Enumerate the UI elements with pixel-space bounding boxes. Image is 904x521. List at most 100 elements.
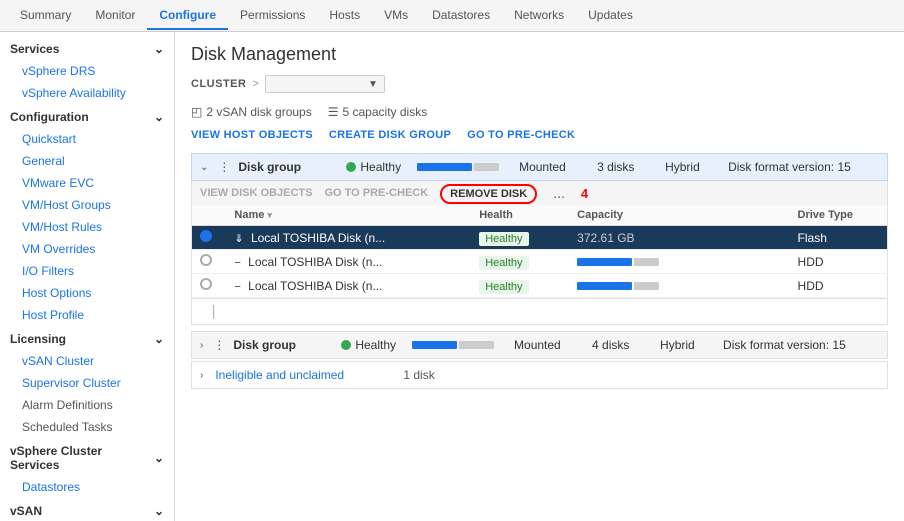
tab-datastores[interactable]: Datastores (420, 2, 502, 30)
breadcrumb-arrow: > (252, 78, 258, 90)
health-badge: Healthy (479, 256, 528, 270)
col-capacity-header: Capacity (569, 205, 789, 226)
breadcrumb-dropdown-value: ​ (272, 78, 362, 90)
disk-group-1-hybrid: Hybrid (665, 160, 720, 174)
cap-bar-blue (577, 258, 632, 266)
sidebar: Services ⌄ vSphere DRS vSphere Availabil… (0, 32, 175, 521)
disk-minus-icon: − (234, 257, 240, 269)
cap-bar-blue (577, 282, 632, 290)
radio-button[interactable] (200, 254, 212, 266)
row-health-cell: Healthy (471, 250, 569, 274)
tab-monitor[interactable]: Monitor (83, 2, 147, 30)
sidebar-item-vsphere-drs[interactable]: vSphere DRS (0, 60, 174, 82)
sidebar-item-datastores[interactable]: Datastores (0, 476, 174, 498)
sidebar-item-vm-host-rules[interactable]: VM/Host Rules (0, 216, 174, 238)
remove-disk-action[interactable]: REMOVE DISK (440, 184, 537, 204)
view-disk-objects-action: VIEW DISK OBJECTS (200, 187, 312, 199)
create-disk-group-link[interactable]: CREATE DISK GROUP (329, 129, 451, 141)
sidebar-item-host-options[interactable]: Host Options (0, 282, 174, 304)
row-radio-cell (192, 226, 227, 250)
sidebar-section-configuration[interactable]: Configuration ⌄ (0, 104, 174, 128)
breadcrumb-dropdown[interactable]: ​ ▼ (265, 75, 385, 93)
usage-bar-gray (474, 163, 499, 171)
ineligible-label[interactable]: Ineligible and unclaimed (215, 368, 395, 382)
chevron-down-icon: ⌄ (154, 332, 164, 346)
disk-group-2-hybrid: Hybrid (660, 338, 715, 352)
disk-group-1-chevron[interactable]: ⌄ (200, 162, 208, 173)
col-name-label: Name (234, 209, 264, 221)
sidebar-item-vmware-evc[interactable]: VMware EVC (0, 172, 174, 194)
disk-group-1-dots[interactable]: ⋮ (218, 160, 230, 174)
radio-button[interactable] (200, 230, 212, 242)
sidebar-item-general[interactable]: General (0, 150, 174, 172)
disk-group-1-status-text: Healthy (360, 160, 401, 174)
row-name-cell: − Local TOSHIBA Disk (n... (226, 250, 471, 274)
tab-summary[interactable]: Summary (8, 2, 83, 30)
disk-name: Local TOSHIBA Disk (n... (251, 231, 385, 245)
tab-networks[interactable]: Networks (502, 2, 576, 30)
sidebar-item-alarm-definitions[interactable]: Alarm Definitions (0, 394, 174, 416)
view-host-objects-link[interactable]: VIEW HOST OBJECTS (191, 129, 313, 141)
row-drive-cell: HDD (790, 250, 888, 274)
sidebar-item-vsphere-availability[interactable]: vSphere Availability (0, 82, 174, 104)
disk-name: Local TOSHIBA Disk (n... (248, 255, 382, 269)
disk-group-2-label: Disk group (233, 338, 333, 352)
ineligible-chevron[interactable]: › (200, 370, 203, 381)
table-row[interactable]: ⇓ Local TOSHIBA Disk (n... Healthy 372.6… (192, 226, 888, 250)
disk-group-2-mounted: Mounted (514, 338, 584, 352)
go-to-pre-check-link[interactable]: GO TO PRE-CHECK (467, 129, 575, 141)
sidebar-item-scheduled-tasks[interactable]: Scheduled Tasks (0, 416, 174, 438)
sidebar-section-licensing[interactable]: Licensing ⌄ (0, 326, 174, 350)
tab-vms[interactable]: VMs (372, 2, 420, 30)
tab-updates[interactable]: Updates (576, 2, 645, 30)
main-layout: Services ⌄ vSphere DRS vSphere Availabil… (0, 32, 904, 521)
sidebar-item-vm-host-groups[interactable]: VM/Host Groups (0, 194, 174, 216)
table-row[interactable]: − Local TOSHIBA Disk (n... Healthy HDD (192, 250, 888, 274)
disk-group-2-dots[interactable]: ⋮ (213, 338, 225, 352)
row-capacity-cell: 372.61 GB (569, 226, 789, 250)
row-radio-cell (192, 274, 227, 298)
disk-group-1-disks: 3 disks (597, 160, 657, 174)
info-bar: ◰ 2 vSAN disk groups ☰ 5 capacity disks (191, 105, 888, 119)
sidebar-section-services[interactable]: Services ⌄ (0, 36, 174, 60)
disk-groups-info: ◰ 2 vSAN disk groups (191, 105, 312, 119)
sort-icon: ▾ (267, 210, 272, 220)
sidebar-section-vsan[interactable]: vSAN ⌄ (0, 498, 174, 521)
tab-configure[interactable]: Configure (147, 2, 228, 30)
sub-action-bar: VIEW DISK OBJECTS GO TO PRE-CHECK REMOVE… (191, 181, 888, 205)
sidebar-item-quickstart[interactable]: Quickstart (0, 128, 174, 150)
chevron-down-icon: ▼ (368, 79, 378, 90)
disk-group-2-status-text: Healthy (355, 338, 396, 352)
radio-button[interactable] (200, 278, 212, 290)
annotation-4: 4 (581, 186, 588, 201)
cap-bar-gray (634, 282, 659, 290)
table-row[interactable]: − Local TOSHIBA Disk (n... Healthy HDD (192, 274, 888, 298)
col-name-header[interactable]: Name ▾ (226, 205, 471, 226)
sidebar-item-vm-overrides[interactable]: VM Overrides (0, 238, 174, 260)
sidebar-section-vsphere-cluster-services[interactable]: vSphere Cluster Services ⌄ (0, 438, 174, 476)
sidebar-item-vsan-cluster[interactable]: vSAN Cluster (0, 350, 174, 372)
row-radio-cell (192, 250, 227, 274)
disk-group-1-header: ⌄ ⋮ Disk group Healthy Mounted 3 disks H… (191, 153, 888, 181)
sidebar-item-io-filters[interactable]: I/O Filters (0, 260, 174, 282)
disk-groups-icon: ◰ (191, 105, 202, 119)
ineligible-row: › Ineligible and unclaimed 1 disk (191, 361, 888, 389)
disk-group-2-chevron[interactable]: › (200, 340, 203, 351)
drive-type-label: HDD (798, 279, 824, 293)
tab-permissions[interactable]: Permissions (228, 2, 317, 30)
top-navigation: Summary Monitor Configure Permissions Ho… (0, 0, 904, 32)
scroll-icon: ⎹ (200, 303, 214, 320)
disk-group-1-status: Healthy (346, 160, 401, 174)
sidebar-item-host-profile[interactable]: Host Profile (0, 304, 174, 326)
status-healthy-icon-2 (341, 340, 351, 350)
sidebar-item-supervisor-cluster[interactable]: Supervisor Cluster (0, 372, 174, 394)
capacity-bar (577, 258, 781, 266)
disk-groups-count: 2 vSAN disk groups (206, 105, 311, 119)
disk-group-2-format: Disk format version: 15 (723, 338, 879, 352)
page-title: Disk Management (191, 44, 888, 65)
row-capacity-cell (569, 250, 789, 274)
capacity-text: 372.61 GB (577, 231, 634, 245)
ineligible-count: 1 disk (403, 368, 434, 382)
more-actions-dots[interactable]: ... (553, 185, 565, 201)
tab-hosts[interactable]: Hosts (317, 2, 372, 30)
